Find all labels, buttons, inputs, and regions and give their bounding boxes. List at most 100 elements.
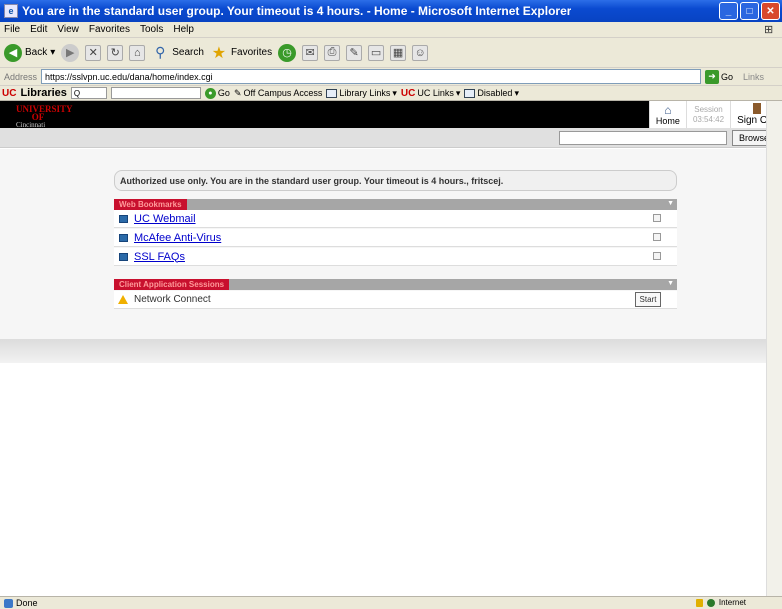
library-links-menu[interactable]: Library Links ▾: [326, 88, 397, 99]
collapse-icon[interactable]: ▼: [667, 280, 674, 287]
favorites-button[interactable]: ★ Favorites: [210, 44, 272, 62]
menu-help[interactable]: Help: [173, 24, 194, 35]
bookmark-mcafee-link[interactable]: McAfee Anti-Virus: [134, 232, 221, 244]
status-text: Done: [16, 598, 38, 608]
standard-toolbar: ◀ Back ▾ ▶ ✕ ↻ ⌂ ⚲ Search ★ Favorites ◷ …: [0, 38, 782, 68]
stop-button[interactable]: ✕: [85, 44, 102, 61]
globe-icon: [706, 598, 715, 607]
links-toolbar: UC Libraries Q ● Go ✎ Off Campus Access …: [0, 86, 782, 101]
search-button[interactable]: ⚲ Search: [151, 44, 204, 62]
address-input[interactable]: https://sslvpn.uc.edu/dana/home/index.cg…: [41, 69, 702, 84]
pencil-icon: ✎: [233, 87, 242, 98]
disabled-menu[interactable]: Disabled ▾: [464, 88, 519, 99]
bookmark-ssl-faqs-link[interactable]: SSL FAQs: [134, 251, 185, 263]
edit-button[interactable]: ✎: [346, 44, 363, 61]
vertical-scrollbar[interactable]: [766, 101, 782, 596]
menu-edit[interactable]: Edit: [30, 24, 47, 35]
libraries-search-input[interactable]: Q: [70, 87, 107, 99]
go-search-button[interactable]: ● Go: [204, 87, 230, 99]
zone-label: Internet: [718, 598, 746, 607]
windows-logo-icon: ⊞: [764, 24, 774, 36]
brand-line1: UNIVERSITY OF: [16, 104, 73, 122]
door-icon: [752, 103, 761, 114]
web-page-icon: [119, 233, 128, 242]
go-label: Go: [721, 71, 734, 82]
go-search-label: Go: [217, 88, 230, 98]
web-bookmarks-header: Web Bookmarks ▼: [114, 199, 677, 210]
libraries-menu[interactable]: Libraries: [20, 87, 66, 99]
ie-page-icon: e: [4, 4, 18, 18]
folder-button[interactable]: ▭: [368, 44, 385, 61]
authorized-use-notice: Authorized use only. You are in the stan…: [114, 170, 677, 191]
session-timer: Session 03:54:42: [685, 101, 731, 128]
refresh-button[interactable]: ↻: [107, 44, 124, 61]
bookmark-row: McAfee Anti-Virus: [114, 229, 677, 247]
client-apps-header: Client Application Sessions ▼: [114, 279, 677, 290]
dropdown-icon: ▾: [514, 87, 519, 98]
menu-bar: File Edit View Favorites Tools Help ⊞: [0, 22, 782, 38]
folder-icon: [326, 88, 338, 98]
search-label: Search: [172, 47, 204, 58]
address-label: Address: [4, 71, 38, 82]
forward-button[interactable]: ▶: [61, 43, 80, 62]
security-zone: Internet: [695, 598, 746, 607]
messenger-button[interactable]: ☺: [412, 44, 429, 61]
browse-bar: Browse: [0, 128, 782, 148]
vpn-header: UNIVERSITY OF Cincinnati ⌂ Home Session …: [0, 101, 782, 129]
off-campus-label: Off Campus Access: [243, 88, 323, 98]
links-label[interactable]: Links: [743, 72, 764, 82]
research-button[interactable]: ▦: [390, 44, 407, 61]
maximize-button[interactable]: □: [740, 2, 759, 20]
home-label: Home: [655, 115, 680, 126]
home-button[interactable]: ⌂: [129, 44, 146, 61]
window-controls: _ □ ✕: [719, 2, 780, 20]
go-arrow-icon: ➜: [705, 69, 720, 84]
go-button[interactable]: ➜ Go: [705, 69, 734, 84]
status-bar: Done Internet: [0, 596, 782, 609]
uc-links-icon: UC: [400, 87, 416, 99]
uc-links-label: UC Links: [417, 88, 454, 98]
home-link[interactable]: ⌂ Home: [648, 101, 686, 128]
open-new-window-icon[interactable]: [653, 214, 661, 222]
library-search-field[interactable]: [110, 87, 201, 99]
open-new-window-icon[interactable]: [653, 233, 661, 241]
network-connect-row: Network Connect Start: [114, 291, 677, 309]
library-links-label: Library Links: [339, 88, 391, 98]
page-done-icon: [4, 598, 13, 608]
menu-view[interactable]: View: [57, 24, 79, 35]
back-button[interactable]: ◀ Back ▾: [4, 43, 55, 62]
web-bookmarks-title: Web Bookmarks: [114, 199, 187, 210]
mail-button[interactable]: ✉: [302, 44, 319, 61]
bookmark-row: SSL FAQs: [114, 248, 677, 266]
print-button[interactable]: ⎙: [324, 44, 341, 61]
menu-file[interactable]: File: [4, 24, 20, 35]
content-footer-band: [0, 339, 782, 363]
popup-blocker-icon: [464, 88, 476, 98]
lock-icon: [695, 598, 703, 607]
uc-links-menu[interactable]: UC UC Links ▾: [401, 88, 461, 99]
network-connect-label: Network Connect: [134, 294, 211, 305]
window-title-bar[interactable]: e You are in the standard user group. Yo…: [0, 0, 782, 22]
menu-tools[interactable]: Tools: [140, 24, 163, 35]
menu-favorites[interactable]: Favorites: [89, 24, 130, 35]
web-page-icon: [119, 214, 128, 223]
off-campus-access-link[interactable]: ✎ Off Campus Access: [234, 88, 322, 99]
uc-logo-icon: UC: [2, 87, 17, 99]
minimize-button[interactable]: _: [719, 2, 738, 20]
collapse-icon[interactable]: ▼: [667, 200, 674, 207]
warning-icon: [118, 295, 128, 304]
history-button[interactable]: ◷: [278, 43, 297, 62]
address-url: https://sslvpn.uc.edu/dana/home/index.cg…: [45, 71, 213, 82]
back-dropdown-icon[interactable]: ▾: [50, 47, 55, 58]
bookmark-uc-webmail-link[interactable]: UC Webmail: [134, 213, 196, 225]
disabled-label: Disabled: [477, 88, 513, 98]
close-button[interactable]: ✕: [761, 2, 780, 20]
star-icon: ★: [211, 44, 227, 62]
open-new-window-icon[interactable]: [653, 252, 661, 260]
favorites-label: Favorites: [230, 47, 273, 58]
go-icon: ●: [204, 87, 216, 99]
back-label: Back: [25, 47, 48, 58]
session-label: Session: [694, 104, 723, 114]
browse-url-input[interactable]: [559, 131, 727, 145]
start-button[interactable]: Start: [635, 292, 661, 307]
